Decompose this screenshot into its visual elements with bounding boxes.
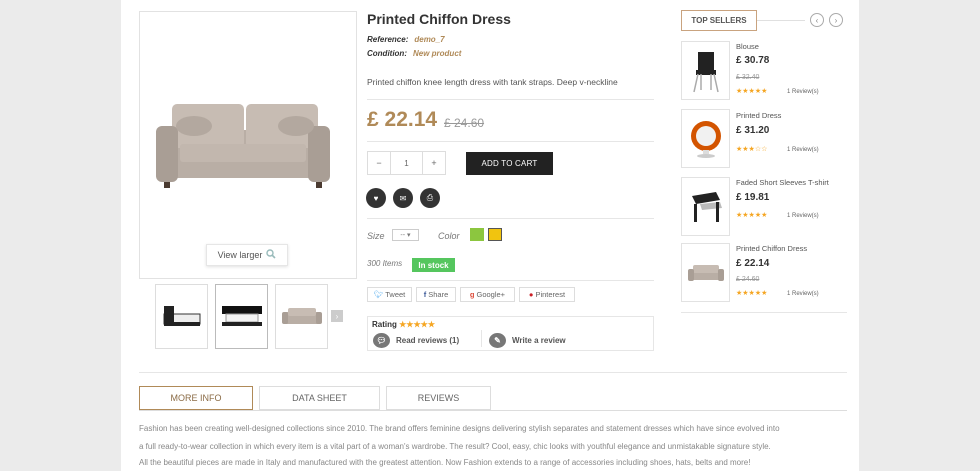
zoom-icon — [266, 249, 276, 261]
tab-reviews[interactable]: REVIEWS — [386, 386, 491, 410]
top-seller-image-chair[interactable] — [681, 41, 730, 100]
top-seller-price: £ 30.78 — [736, 55, 770, 66]
top-seller-name[interactable]: Printed Chiffon Dress — [736, 244, 807, 253]
condition-value: New product — [412, 49, 462, 58]
product-reference: Reference: demo_7 — [367, 35, 445, 44]
product-title: Printed Chiffon Dress — [367, 11, 511, 27]
top-sellers-prev-icon[interactable]: ‹ — [810, 13, 824, 27]
size-select[interactable]: -- ▾ — [392, 229, 419, 241]
read-reviews-link[interactable]: 💬︎ Read reviews (1) — [373, 333, 459, 348]
quantity-minus-button[interactable]: − — [368, 152, 390, 174]
quantity-input[interactable]: 1 — [390, 152, 423, 174]
top-seller-reviews: 1 Review(s) — [787, 89, 819, 95]
condition-label: Condition: — [367, 49, 407, 58]
pinterest-button[interactable]: ● Pinterest — [519, 287, 575, 302]
google-plus-button[interactable]: g Google+ — [460, 287, 515, 302]
tweet-label: Tweet — [385, 290, 406, 299]
divider — [481, 330, 482, 347]
divider — [367, 218, 654, 219]
top-sellers-next-icon[interactable]: › — [829, 13, 843, 27]
color-swatch-yellow[interactable] — [488, 228, 502, 241]
top-seller-price: £ 31.20 — [736, 125, 770, 136]
product-price: £ 22.14 — [367, 108, 438, 131]
thumbnail-bed-white[interactable] — [215, 284, 268, 349]
view-larger-button[interactable]: View larger — [206, 244, 288, 266]
email-icon[interactable]: ✉ — [393, 188, 413, 208]
items-count: 300 Items — [367, 259, 403, 268]
product-main-image[interactable] — [139, 11, 357, 279]
tabs-underline — [139, 410, 847, 411]
add-to-cart-button[interactable]: ADD TO CART — [466, 152, 553, 175]
rating-stars: ★★★★★ — [399, 320, 435, 329]
top-seller-image-tables[interactable] — [681, 177, 730, 236]
size-label: Size — [367, 231, 385, 241]
divider — [367, 99, 654, 100]
pinterest-label: Pinterest — [535, 290, 566, 299]
color-swatch-green[interactable] — [470, 228, 484, 241]
share-button[interactable]: f Share — [416, 287, 456, 302]
stock-status-badge: In stock — [412, 258, 455, 272]
divider — [367, 141, 654, 142]
product-old-price: £ 24.60 — [444, 116, 485, 130]
top-seller-name[interactable]: Printed Dress — [736, 111, 781, 120]
top-seller-reviews: 1 Review(s) — [787, 213, 819, 219]
tab-data-sheet[interactable]: DATA SHEET — [259, 386, 380, 410]
facebook-icon: f — [423, 290, 427, 299]
top-sellers-title: TOP SELLERS — [681, 10, 757, 31]
more-info-text-line: a full ready-to-wear collection in which… — [139, 442, 771, 451]
top-seller-price: £ 22.14 — [736, 258, 770, 269]
top-seller-reviews: 1 Review(s) — [787, 147, 819, 153]
pencil-icon: ✎ — [489, 333, 506, 348]
top-seller-image-sofa[interactable] — [681, 243, 730, 302]
top-seller-name[interactable]: Blouse — [736, 42, 759, 51]
google-plus-icon: g — [469, 290, 475, 299]
top-seller-stars: ★★★☆☆ — [736, 146, 768, 153]
top-seller-price: £ 19.81 — [736, 192, 770, 203]
write-review-link[interactable]: ✎ Write a review — [489, 333, 566, 348]
rating-label: Rating — [372, 320, 397, 329]
product-condition: Condition: New product — [367, 49, 461, 58]
top-seller-reviews: 1 Review(s) — [787, 291, 819, 297]
top-seller-stars: ★★★★★ — [736, 212, 768, 219]
top-seller-old-price: £ 24.60 — [736, 276, 760, 283]
top-seller-name[interactable]: Faded Short Sleeves T-shirt — [736, 178, 829, 187]
thumbnail-bed-black[interactable] — [155, 284, 208, 349]
top-seller-image-ball-chair[interactable] — [681, 109, 730, 168]
pinterest-icon: ● — [528, 290, 534, 299]
sofa-image — [156, 104, 330, 188]
divider — [367, 280, 654, 281]
top-seller-old-price: £ 32.40 — [736, 74, 760, 81]
reference-label: Reference: — [367, 35, 409, 44]
thumbnail-sofa[interactable] — [275, 284, 328, 349]
top-seller-stars: ★★★★★ — [736, 88, 768, 95]
write-review-label: Write a review — [512, 336, 566, 345]
comment-icon: 💬︎ — [373, 333, 390, 348]
share-label: Share — [428, 290, 449, 299]
divider — [757, 20, 805, 21]
more-info-text-line: Fashion has been creating well-designed … — [139, 424, 780, 433]
read-reviews-label: Read reviews (1) — [396, 336, 460, 345]
color-label: Color — [438, 231, 460, 241]
google-label: Google+ — [476, 290, 506, 299]
top-seller-stars: ★★★★★ — [736, 290, 768, 297]
tweet-button[interactable]: 🐦︎ Tweet — [367, 287, 412, 302]
product-description: Printed chiffon knee length dress with t… — [367, 77, 618, 87]
quantity-plus-button[interactable]: + — [423, 152, 445, 174]
tab-more-info[interactable]: MORE INFO — [139, 386, 253, 410]
size-select-value: -- — [400, 231, 406, 239]
print-icon[interactable]: ⎙ — [420, 188, 440, 208]
more-info-text-line: All the beautiful pieces are made in Ita… — [139, 458, 751, 467]
divider — [681, 312, 847, 313]
wishlist-heart-icon[interactable]: ♥ — [366, 188, 386, 208]
thumbnail-next-arrow-icon[interactable]: › — [331, 310, 343, 322]
rating: Rating ★★★★★ — [372, 320, 435, 329]
divider — [139, 372, 847, 373]
twitter-icon: 🐦︎ — [373, 290, 384, 299]
view-larger-label: View larger — [217, 250, 263, 260]
reference-value: demo_7 — [414, 35, 445, 44]
quantity-stepper: − 1 + — [367, 151, 446, 175]
